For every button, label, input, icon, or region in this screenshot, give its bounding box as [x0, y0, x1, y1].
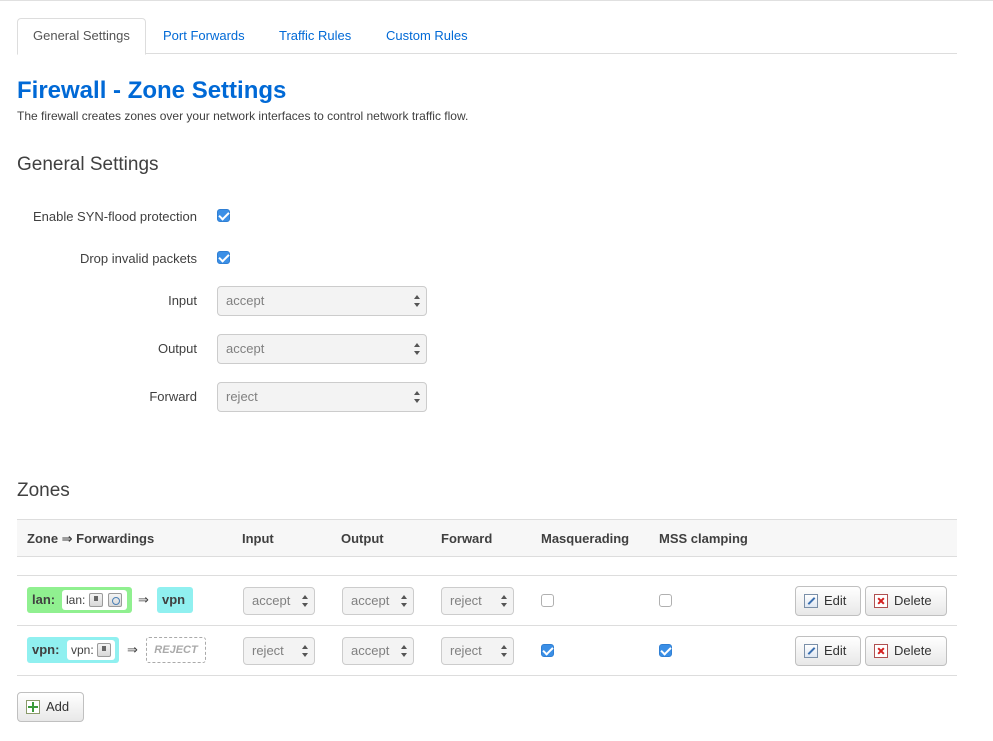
- select-arrows-icon: [501, 645, 507, 657]
- select-arrows-icon: [414, 391, 420, 403]
- delete-icon: [874, 594, 888, 608]
- tab-bar: General Settings Port Forwards Traffic R…: [17, 18, 957, 55]
- zone-input-select[interactable]: reject: [243, 637, 315, 665]
- forward-policy-select[interactable]: reject: [217, 382, 427, 412]
- forward-arrow-icon: ⇒: [127, 642, 138, 657]
- delete-button[interactable]: Delete: [865, 636, 947, 666]
- select-arrows-icon: [302, 645, 308, 657]
- zones-table-header: Zone ⇒ Forwardings Input Output Forward …: [17, 519, 957, 557]
- general-settings-heading: General Settings: [17, 154, 159, 175]
- add-zone-button[interactable]: Add: [17, 692, 84, 722]
- masquerading-checkbox[interactable]: [541, 594, 554, 607]
- ethernet-port-icon: [89, 593, 103, 607]
- zone-output-select[interactable]: accept: [342, 637, 414, 665]
- col-forward: Forward: [441, 531, 493, 546]
- zone-badge-lan[interactable]: lan: lan:: [27, 587, 132, 613]
- mss-clamping-checkbox[interactable]: [659, 644, 672, 657]
- select-arrows-icon: [414, 295, 420, 307]
- zone-output-select[interactable]: accept: [342, 587, 414, 615]
- select-arrows-icon: [401, 645, 407, 657]
- zone-input-value: reject: [252, 643, 284, 658]
- tab-traffic-rules[interactable]: Traffic Rules: [264, 18, 366, 54]
- zone-output-value: accept: [351, 643, 390, 658]
- select-arrows-icon: [401, 595, 407, 607]
- tab-port-forwards[interactable]: Port Forwards: [148, 18, 260, 54]
- top-divider: [0, 0, 993, 1]
- output-policy-label: Output: [157, 341, 197, 356]
- page-title: Firewall - Zone Settings: [17, 77, 287, 104]
- zone-forward-value: reject: [450, 593, 482, 608]
- edit-button[interactable]: Edit: [795, 636, 861, 666]
- tab-general-settings[interactable]: General Settings: [17, 18, 146, 55]
- forward-arrow-icon: ⇒: [138, 592, 149, 607]
- select-arrows-icon: [302, 595, 308, 607]
- zone-networks-vpn: vpn:: [67, 640, 115, 660]
- forward-policy-value: reject: [226, 389, 258, 404]
- add-label: Add: [46, 699, 70, 714]
- zone-row-lan: lan: lan: ⇒ vpn accept accept reject Edi…: [17, 576, 957, 626]
- input-policy-value: accept: [226, 293, 265, 308]
- zone-forward-select[interactable]: reject: [441, 587, 514, 615]
- zone-name-lan: lan:: [32, 592, 56, 607]
- zone-output-value: accept: [351, 593, 390, 608]
- output-policy-select[interactable]: accept: [217, 334, 427, 364]
- page-description: The firewall creates zones over your net…: [17, 109, 469, 123]
- zone-networks-label: vpn:: [71, 643, 94, 657]
- ethernet-port-icon: [97, 643, 111, 657]
- zone-input-select[interactable]: accept: [243, 587, 315, 615]
- zone-forward-value: reject: [450, 643, 482, 658]
- delete-label: Delete: [894, 643, 932, 658]
- col-mss-clamping: MSS clamping: [659, 531, 748, 546]
- table-spacer-row: [17, 557, 957, 576]
- zone-name-vpn: vpn:: [32, 642, 60, 657]
- mss-clamping-checkbox[interactable]: [659, 594, 672, 607]
- drop-invalid-label: Drop invalid packets: [79, 251, 197, 266]
- select-arrows-icon: [414, 343, 420, 355]
- col-input: Input: [242, 531, 274, 546]
- input-policy-label: Input: [168, 293, 197, 308]
- edit-icon: [804, 644, 818, 658]
- delete-button[interactable]: Delete: [865, 586, 947, 616]
- delete-label: Delete: [894, 593, 932, 608]
- select-arrows-icon: [501, 595, 507, 607]
- masquerading-checkbox[interactable]: [541, 644, 554, 657]
- zone-networks-lan: lan:: [62, 590, 127, 610]
- zone-input-value: accept: [252, 593, 291, 608]
- tab-custom-rules[interactable]: Custom Rules: [371, 18, 483, 54]
- zone-networks-label: lan:: [66, 593, 86, 607]
- edit-button[interactable]: Edit: [795, 586, 861, 616]
- forward-target-reject: REJECT: [146, 637, 206, 663]
- edit-icon: [804, 594, 818, 608]
- zone-forward-select[interactable]: reject: [441, 637, 514, 665]
- forward-policy-label: Forward: [149, 389, 197, 404]
- forward-target-vpn: vpn: [157, 587, 193, 613]
- edit-label: Edit: [824, 593, 847, 608]
- delete-icon: [874, 644, 888, 658]
- zones-heading: Zones: [17, 480, 70, 501]
- col-masquerading: Masquerading: [541, 531, 630, 546]
- zone-badge-vpn[interactable]: vpn: vpn:: [27, 637, 119, 663]
- add-icon: [26, 700, 40, 714]
- wifi-network-icon: [108, 593, 122, 607]
- drop-invalid-checkbox[interactable]: [217, 251, 230, 264]
- col-output: Output: [341, 531, 384, 546]
- syn-flood-label: Enable SYN-flood protection: [32, 209, 197, 224]
- input-policy-select[interactable]: accept: [217, 286, 427, 316]
- edit-label: Edit: [824, 643, 847, 658]
- output-policy-value: accept: [226, 341, 265, 356]
- col-zone-forwardings: Zone ⇒ Forwardings: [27, 531, 155, 546]
- zone-row-vpn: vpn: vpn: ⇒ REJECT reject accept reject …: [17, 626, 957, 676]
- syn-flood-checkbox[interactable]: [217, 209, 230, 222]
